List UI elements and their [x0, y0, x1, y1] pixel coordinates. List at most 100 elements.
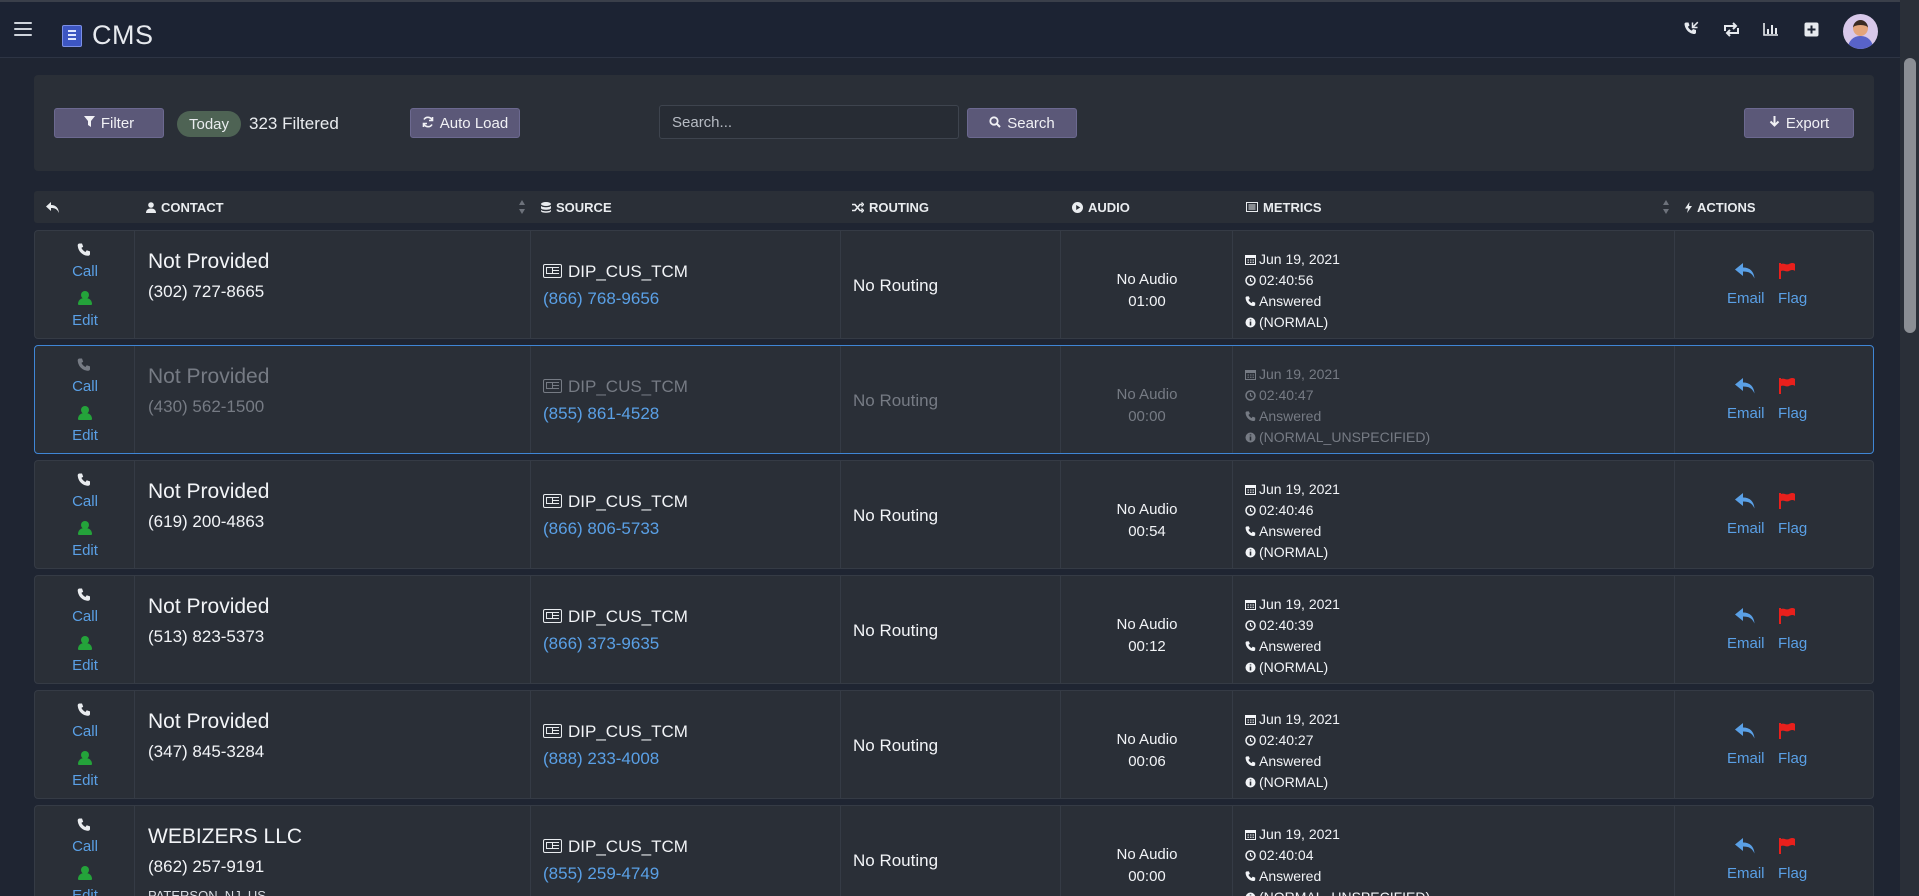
call-result-value: (NORMAL_UNSPECIFIED)	[1259, 889, 1430, 896]
flag-link[interactable]: Flag	[1778, 520, 1807, 537]
call-time: 02:40:46	[1245, 502, 1314, 518]
retweet-icon[interactable]	[1722, 20, 1740, 38]
source-cell: DIP_CUS_TCM (855) 861-4528	[531, 346, 841, 453]
column-header-audio[interactable]: AUDIO	[1072, 191, 1130, 223]
flag-icon[interactable]	[1779, 493, 1797, 509]
column-header-source[interactable]: SOURCE	[541, 191, 612, 223]
email-link[interactable]: Email	[1727, 635, 1765, 652]
phone-icon[interactable]	[77, 818, 91, 836]
filter-icon	[83, 116, 95, 130]
clock-icon	[1245, 849, 1256, 861]
table-row[interactable]: Call Edit Not Provided (619) 200-4863 DI…	[34, 460, 1874, 569]
today-badge[interactable]: Today	[177, 111, 242, 137]
source-phone-link[interactable]: (866) 373-9635	[543, 634, 659, 654]
flag-link[interactable]: Flag	[1778, 750, 1807, 767]
call-link[interactable]: Call	[35, 608, 135, 625]
phone-icon[interactable]	[77, 473, 91, 491]
email-link[interactable]: Email	[1727, 865, 1765, 882]
flag-link[interactable]: Flag	[1778, 405, 1807, 422]
phone-small-icon	[1245, 755, 1256, 766]
search-button[interactable]: Search	[967, 108, 1077, 138]
phone-icon[interactable]	[77, 358, 91, 376]
flag-icon[interactable]	[1779, 608, 1797, 624]
actions-cell: Email Flag	[1675, 231, 1873, 338]
routing-status: No Routing	[853, 276, 939, 295]
audio-cell: No Audio 00:12	[1061, 576, 1233, 683]
email-link[interactable]: Email	[1727, 750, 1765, 767]
reply-icon[interactable]	[1735, 608, 1755, 624]
reply-all-header-icon[interactable]	[46, 191, 59, 223]
call-link[interactable]: Call	[35, 378, 135, 395]
user-edit-icon[interactable]	[78, 636, 92, 650]
column-header-routing[interactable]: ROUTING	[852, 191, 929, 223]
call-date-value: Jun 19, 2021	[1259, 481, 1340, 497]
call-status-value: Answered	[1259, 523, 1322, 539]
call-link[interactable]: Call	[35, 723, 135, 740]
bar-chart-icon[interactable]	[1762, 20, 1780, 38]
user-avatar[interactable]	[1843, 14, 1878, 49]
source-phone-link[interactable]: (855) 861-4528	[543, 404, 659, 424]
export-button[interactable]: Export	[1744, 108, 1854, 138]
flag-icon[interactable]	[1779, 838, 1797, 854]
source-phone-link[interactable]: (866) 768-9656	[543, 289, 659, 309]
reply-icon[interactable]	[1735, 493, 1755, 509]
email-link[interactable]: Email	[1727, 520, 1765, 537]
column-header-metrics[interactable]: METRICS	[1246, 191, 1322, 223]
call-link[interactable]: Call	[35, 493, 135, 510]
user-edit-icon[interactable]	[78, 291, 92, 305]
source-phone-link[interactable]: (888) 233-4008	[543, 749, 659, 769]
hamburger-menu-icon[interactable]	[14, 22, 32, 38]
reply-icon[interactable]	[1735, 723, 1755, 739]
edit-link[interactable]: Edit	[35, 542, 135, 559]
table-row[interactable]: Call Edit Not Provided (302) 727-8665 DI…	[34, 230, 1874, 339]
phone-incoming-icon[interactable]	[1682, 20, 1700, 38]
call-link[interactable]: Call	[35, 263, 135, 280]
brand[interactable]: CMS	[62, 20, 154, 51]
info-circle-icon	[1245, 547, 1256, 557]
search-input[interactable]	[659, 105, 959, 139]
user-edit-icon[interactable]	[78, 521, 92, 535]
source-phone-link[interactable]: (866) 806-5733	[543, 519, 659, 539]
edit-link[interactable]: Edit	[35, 887, 135, 896]
table-row[interactable]: Call Edit Not Provided (430) 562-1500 DI…	[34, 345, 1874, 454]
scrollbar-thumb[interactable]	[1904, 58, 1916, 333]
source-phone-link[interactable]: (855) 259-4749	[543, 864, 659, 884]
column-header-contact[interactable]: CONTACT	[146, 191, 224, 223]
edit-link[interactable]: Edit	[35, 427, 135, 444]
table-row[interactable]: Call Edit Not Provided (347) 845-3284 DI…	[34, 690, 1874, 799]
plus-square-icon[interactable]	[1802, 20, 1820, 38]
metrics-cell: Jun 19, 2021 02:40:27 Answered (NORMAL)	[1233, 691, 1675, 798]
call-link[interactable]: Call	[35, 838, 135, 855]
user-edit-icon[interactable]	[78, 406, 92, 420]
reply-icon[interactable]	[1735, 378, 1755, 394]
table-row[interactable]: Call Edit Not Provided (513) 823-5373 DI…	[34, 575, 1874, 684]
source-name: DIP_CUS_TCM	[568, 837, 688, 856]
email-link[interactable]: Email	[1727, 290, 1765, 307]
phone-icon[interactable]	[77, 588, 91, 606]
flag-link[interactable]: Flag	[1778, 290, 1807, 307]
table-row[interactable]: Call Edit WEBIZERS LLC (862) 257-9191 PA…	[34, 805, 1874, 896]
page-scrollbar[interactable]	[1900, 0, 1919, 896]
flag-link[interactable]: Flag	[1778, 635, 1807, 652]
column-header-actions[interactable]: ACTIONS	[1685, 191, 1756, 223]
edit-link[interactable]: Edit	[35, 657, 135, 674]
flag-icon[interactable]	[1779, 723, 1797, 739]
phone-icon[interactable]	[77, 243, 91, 261]
email-link[interactable]: Email	[1727, 405, 1765, 422]
edit-link[interactable]: Edit	[35, 772, 135, 789]
user-edit-icon[interactable]	[78, 866, 92, 880]
source-name: DIP_CUS_TCM	[568, 607, 688, 626]
phone-icon[interactable]	[77, 703, 91, 721]
user-edit-icon[interactable]	[78, 751, 92, 765]
call-cell: Call Edit	[35, 461, 135, 568]
filter-button[interactable]: Filter	[54, 108, 164, 138]
reply-icon[interactable]	[1735, 838, 1755, 854]
flag-icon[interactable]	[1779, 378, 1797, 394]
flag-link[interactable]: Flag	[1778, 865, 1807, 882]
reply-icon[interactable]	[1735, 263, 1755, 279]
sort-metrics-icon[interactable]	[1662, 200, 1670, 214]
sort-contact-icon[interactable]	[518, 200, 526, 214]
edit-link[interactable]: Edit	[35, 312, 135, 329]
auto-load-button[interactable]: Auto Load	[410, 108, 520, 138]
flag-icon[interactable]	[1779, 263, 1797, 279]
